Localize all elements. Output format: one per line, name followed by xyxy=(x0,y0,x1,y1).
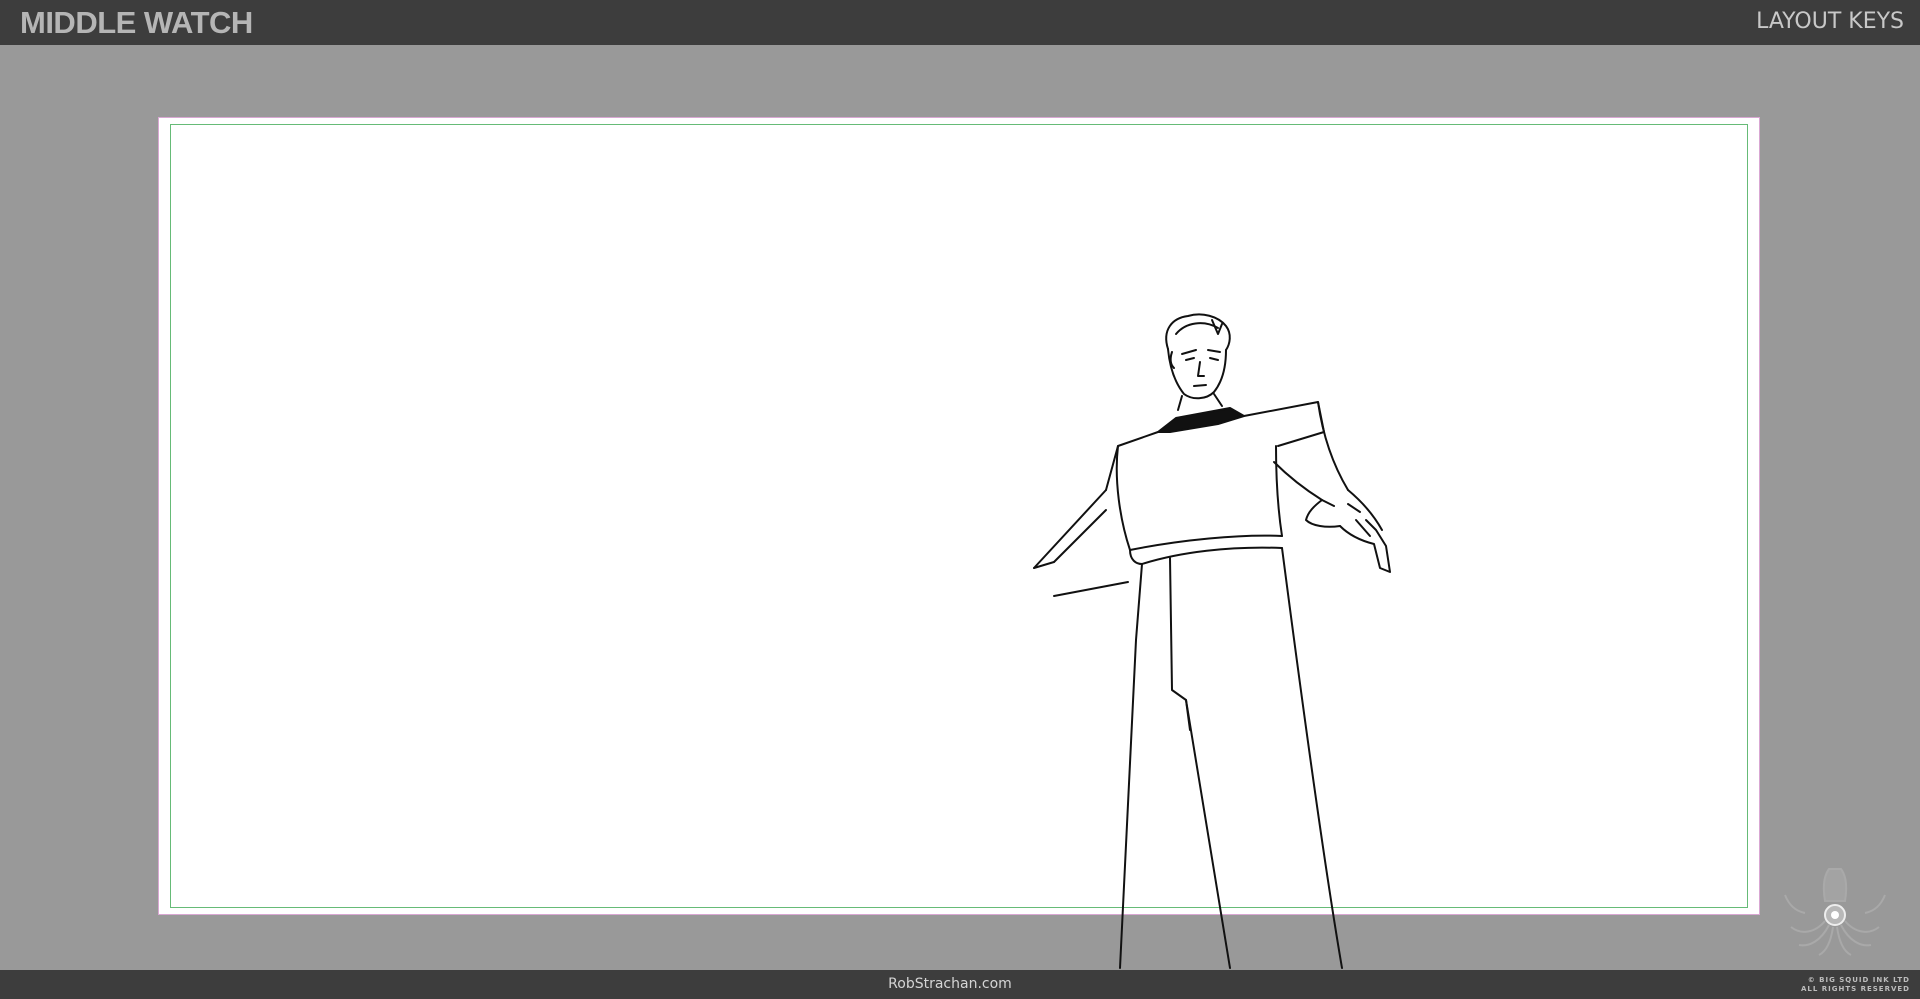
copyright-line: © BIG SQUID INK LTD xyxy=(1807,976,1910,984)
top-bar: MIDDLE WATCH LAYOUT KEYS xyxy=(0,0,1920,45)
squid-logo-icon xyxy=(1784,868,1886,956)
section-title: LAYOUT KEYS xyxy=(1756,9,1904,34)
website-link[interactable]: RobStrachan.com xyxy=(0,975,1900,993)
rights-line: ALL RIGHTS RESERVED xyxy=(1800,985,1910,993)
backdrop xyxy=(0,45,1920,970)
layout-frame xyxy=(158,117,1760,915)
show-title: MIDDLE WATCH xyxy=(20,5,253,40)
safe-area-guide xyxy=(170,124,1748,908)
copyright-notice: © BIG SQUID INK LTD ALL RIGHTS RESERVED xyxy=(1801,976,1910,994)
bottom-bar: RobStrachan.com © BIG SQUID INK LTD ALL … xyxy=(0,970,1920,999)
